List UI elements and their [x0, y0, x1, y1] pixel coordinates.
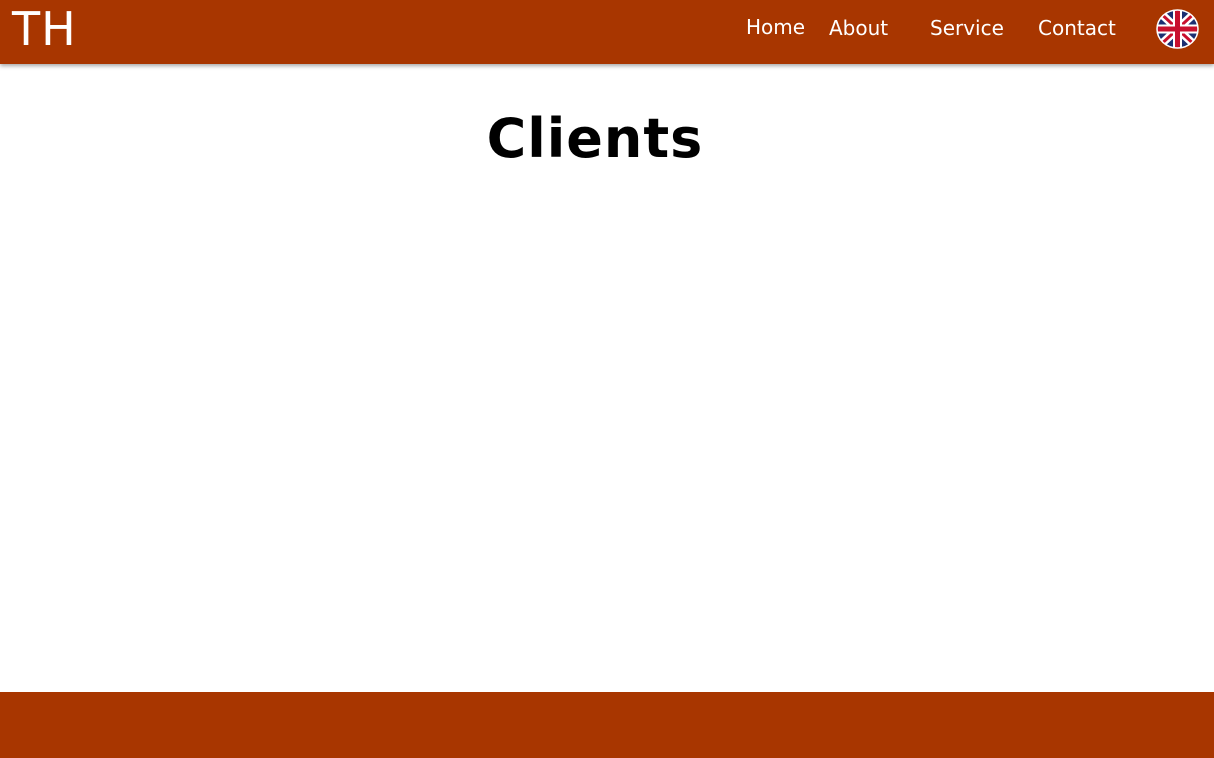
nav-contact-link[interactable]: Contact	[1038, 14, 1116, 42]
nav-home-link[interactable]: Home	[746, 13, 805, 41]
page: TH Home About Service Contact Clients	[0, 0, 1214, 758]
page-title: Clients	[486, 107, 704, 170]
site-logo[interactable]: TH	[12, 4, 77, 54]
uk-flag-icon[interactable]	[1156, 9, 1199, 49]
main-content: Clients	[0, 64, 1214, 692]
site-header: TH Home About Service Contact	[0, 0, 1214, 64]
site-footer	[0, 692, 1214, 758]
nav-service-link[interactable]: Service	[930, 14, 1004, 42]
nav-about-link[interactable]: About	[829, 14, 888, 42]
